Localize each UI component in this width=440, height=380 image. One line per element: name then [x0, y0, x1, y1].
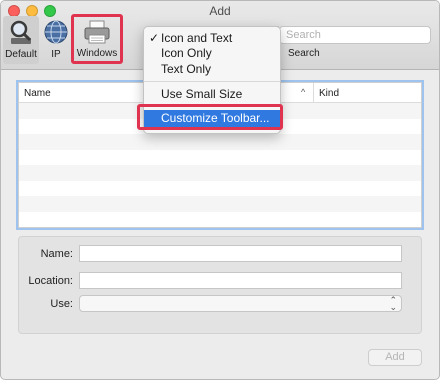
name-field[interactable]: [79, 245, 402, 262]
menu-item-icon-only[interactable]: Icon Only: [144, 45, 280, 61]
sort-chevron-icon[interactable]: ^: [299, 83, 314, 102]
toolbar-windows-button[interactable]: Windows: [71, 14, 123, 64]
menu-item-use-small-size[interactable]: Use Small Size: [144, 86, 280, 102]
table-row[interactable]: [19, 196, 421, 212]
printer-details-form: Name: Location: Use: ⌃ ⌄: [18, 236, 422, 334]
use-dropdown[interactable]: ⌃ ⌄: [79, 295, 402, 312]
magnifier-icon: [7, 18, 35, 46]
table-row[interactable]: [19, 180, 421, 196]
table-row[interactable]: [19, 211, 421, 227]
table-row[interactable]: [19, 149, 421, 165]
table-row[interactable]: [19, 134, 421, 150]
toolbar-search-label: Search: [288, 48, 320, 59]
use-label: Use:: [50, 297, 73, 310]
menu-item-label: Icon Only: [161, 46, 212, 60]
stepper-arrows-icon: ⌃ ⌄: [389, 295, 397, 312]
toolbar-default-label: Default: [5, 49, 37, 60]
annotation-highlight-frame: [137, 104, 283, 130]
column-header-kind[interactable]: Kind: [314, 83, 421, 102]
menu-item-label: Text Only: [161, 62, 212, 76]
name-label: Name:: [40, 247, 73, 260]
menu-item-label: Icon and Text: [161, 31, 233, 45]
table-row[interactable]: [19, 165, 421, 181]
add-printer-window: Add Default IP Windows Search Search Nam…: [0, 0, 440, 380]
location-field[interactable]: [79, 272, 402, 289]
toolbar-ip-label: IP: [51, 49, 61, 60]
globe-icon: [42, 18, 70, 46]
location-row: Location:: [19, 272, 402, 289]
menu-item-label: Use Small Size: [161, 87, 243, 101]
toolbar-ip-button[interactable]: IP: [41, 16, 71, 60]
name-row: Name:: [19, 245, 402, 262]
toolbar-search-input[interactable]: Search: [279, 26, 431, 44]
printer-icon: [82, 19, 112, 45]
location-label: Location:: [28, 274, 73, 287]
toolbar-default-button[interactable]: Default: [3, 16, 39, 64]
menu-item-text-only[interactable]: Text Only: [144, 61, 280, 77]
use-row: Use: ⌃ ⌄: [19, 295, 402, 312]
menu-separator: [144, 81, 280, 82]
checkmark-icon: ✓: [149, 31, 160, 45]
menu-item-icon-and-text[interactable]: ✓ Icon and Text: [144, 30, 280, 46]
toolbar-windows-label: Windows: [76, 48, 118, 59]
add-button[interactable]: Add: [368, 349, 422, 366]
